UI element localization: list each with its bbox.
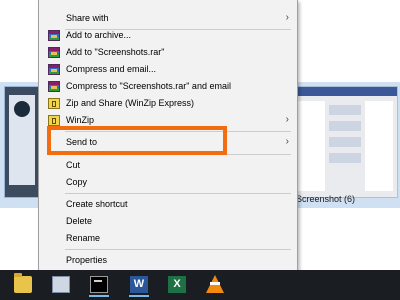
winzip-icon bbox=[48, 98, 60, 109]
menu-item-share-with[interactable]: Share with › bbox=[39, 10, 297, 27]
menu-item-send-to[interactable]: Send to › bbox=[39, 134, 297, 151]
chevron-right-icon: › bbox=[285, 136, 289, 147]
thumbnail-row bbox=[329, 105, 361, 115]
menu-separator bbox=[65, 249, 291, 250]
menu-item-copy[interactable]: Copy bbox=[39, 174, 297, 191]
menu-item-zip-and-share[interactable]: Zip and Share (WinZip Express) bbox=[39, 95, 297, 112]
menu-item-label: Compress to "Screenshots.rar" and email bbox=[66, 81, 231, 91]
file-explorer-icon bbox=[14, 273, 32, 293]
taskbar-active-indicator bbox=[89, 295, 109, 297]
menu-item-label: Add to "Screenshots.rar" bbox=[66, 47, 165, 57]
thumbnail-row bbox=[329, 137, 361, 147]
taskbar-active-indicator bbox=[129, 295, 149, 297]
menu-item-rename[interactable]: Rename bbox=[39, 230, 297, 247]
thumbnail-column bbox=[297, 101, 325, 191]
menu-item-label: Delete bbox=[66, 216, 93, 226]
menu-item-properties[interactable]: Properties bbox=[39, 252, 297, 269]
menu-item-label: Share with bbox=[66, 13, 109, 23]
taskbar-excel-button[interactable]: X bbox=[164, 273, 190, 297]
thumbnail-column bbox=[365, 101, 393, 191]
taskbar: W X bbox=[0, 270, 400, 300]
menu-separator bbox=[65, 154, 291, 155]
taskbar-word-button[interactable]: W bbox=[126, 273, 152, 297]
menu-item-create-shortcut[interactable]: Create shortcut bbox=[39, 196, 297, 213]
menu-item-winzip[interactable]: WinZip › bbox=[39, 112, 297, 129]
thumbnail-caption[interactable]: Screenshot (6) bbox=[296, 194, 355, 204]
taskbar-store-button[interactable] bbox=[48, 273, 74, 297]
menu-separator bbox=[65, 131, 291, 132]
word-icon: W bbox=[130, 276, 148, 293]
thumbnail-logo bbox=[14, 101, 30, 117]
vlc-icon bbox=[206, 275, 224, 293]
menu-item-label: WinZip bbox=[66, 115, 95, 125]
thumbnail-screenshot-left[interactable] bbox=[4, 86, 40, 198]
store-icon bbox=[52, 276, 70, 293]
menu-item-label: Properties bbox=[66, 255, 108, 265]
taskbar-file-explorer-button[interactable] bbox=[10, 273, 36, 297]
menu-item-label: Send to bbox=[66, 137, 98, 147]
menu-item-compress-and-email[interactable]: Compress and email... bbox=[39, 61, 297, 78]
thumbnail-row bbox=[329, 153, 361, 163]
winzip-icon bbox=[48, 115, 60, 126]
menu-item-label: Rename bbox=[66, 233, 101, 243]
taskbar-command-prompt-button[interactable] bbox=[86, 273, 112, 297]
menu-item-label: Copy bbox=[66, 177, 88, 187]
menu-item-cut[interactable]: Cut bbox=[39, 157, 297, 174]
winrar-icon bbox=[48, 64, 60, 75]
winrar-icon bbox=[48, 47, 60, 58]
chevron-right-icon: › bbox=[285, 114, 289, 125]
taskbar-vlc-button[interactable] bbox=[202, 273, 228, 297]
menu-item-compress-to-rar-and-email[interactable]: Compress to "Screenshots.rar" and email bbox=[39, 78, 297, 95]
menu-item-add-to-archive[interactable]: Add to archive... bbox=[39, 27, 297, 44]
menu-item-label: Create shortcut bbox=[66, 199, 128, 209]
command-prompt-icon bbox=[90, 276, 108, 293]
menu-item-label: Add to archive... bbox=[66, 30, 132, 40]
chevron-right-icon: › bbox=[285, 12, 289, 23]
thumbnail-row bbox=[329, 121, 361, 131]
menu-item-label: Compress and email... bbox=[66, 64, 157, 74]
thumbnail-screenshot-6[interactable] bbox=[292, 86, 398, 198]
menu-item-delete[interactable]: Delete bbox=[39, 213, 297, 230]
menu-item-label: Zip and Share (WinZip Express) bbox=[66, 98, 195, 108]
menu-item-label: Cut bbox=[66, 160, 81, 170]
menu-separator bbox=[65, 193, 291, 194]
excel-icon: X bbox=[168, 276, 186, 293]
winrar-icon bbox=[48, 30, 60, 41]
menu-item-add-to-screenshots-rar[interactable]: Add to "Screenshots.rar" bbox=[39, 44, 297, 61]
winrar-icon bbox=[48, 81, 60, 92]
thumbnail-header-bar bbox=[293, 87, 397, 96]
context-menu: Share with › Add to archive... Add to "S… bbox=[38, 0, 298, 273]
